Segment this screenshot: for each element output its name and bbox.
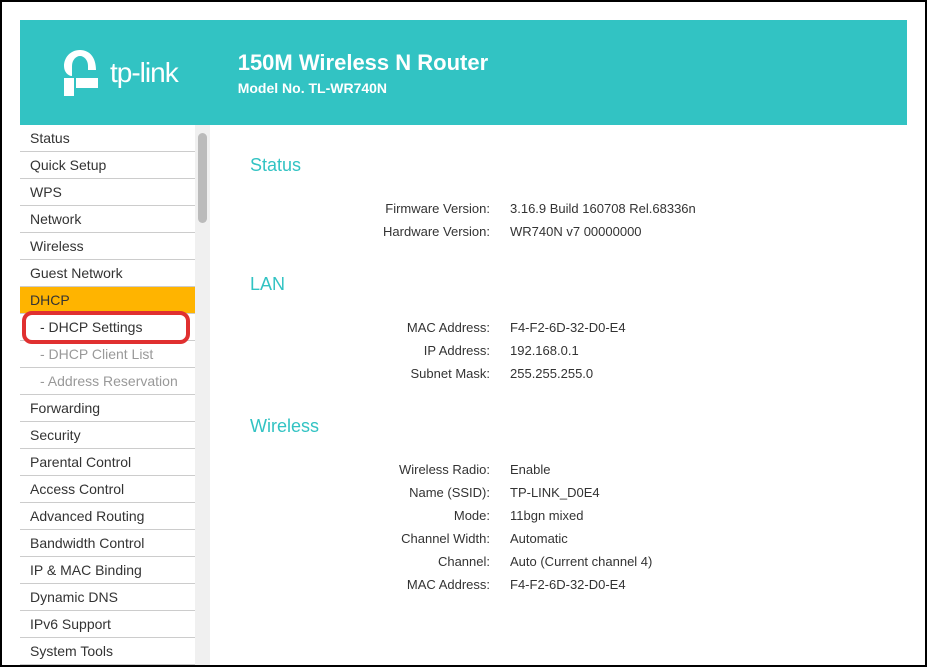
- sidebar-item-4[interactable]: Wireless: [20, 233, 195, 260]
- section-0: Status Firmware Version:3.16.9 Build 1607…: [250, 155, 867, 239]
- info-value: Auto (Current channel 4): [510, 554, 652, 569]
- info-label: IP Address:: [250, 343, 510, 358]
- info-label: Name (SSID):: [250, 485, 510, 500]
- app-window: tp-link 150M Wireless N Router Model No.…: [0, 0, 927, 667]
- body-area: StatusQuick SetupWPSNetworkWirelessGuest…: [20, 125, 907, 665]
- tplink-logo-icon: [60, 48, 100, 98]
- sidebar-item-19[interactable]: System Tools: [20, 638, 195, 665]
- info-label: MAC Address:: [250, 320, 510, 335]
- sidebar-item-10[interactable]: Forwarding: [20, 395, 195, 422]
- info-row: IP Address:192.168.0.1: [250, 343, 867, 358]
- section-title: LAN: [250, 274, 867, 295]
- info-row: Firmware Version:3.16.9 Build 160708 Rel…: [250, 201, 867, 216]
- sidebar-item-5[interactable]: Guest Network: [20, 260, 195, 287]
- sidebar-subitem-8[interactable]: - DHCP Client List: [20, 341, 195, 368]
- info-value: TP-LINK_D0E4: [510, 485, 600, 500]
- sidebar-scrollbar-thumb[interactable]: [198, 133, 207, 223]
- info-value: Enable: [510, 462, 550, 477]
- product-model: Model No. TL-WR740N: [238, 80, 488, 96]
- header: tp-link 150M Wireless N Router Model No.…: [20, 20, 907, 125]
- section-1: LANMAC Address:F4-F2-6D-32-D0-E4IP Addre…: [250, 274, 867, 381]
- header-title-block: 150M Wireless N Router Model No. TL-WR74…: [238, 50, 488, 96]
- sidebar-scrollbar[interactable]: [195, 125, 210, 665]
- info-row: MAC Address:F4-F2-6D-32-D0-E4: [250, 577, 867, 592]
- info-row: Subnet Mask:255.255.255.0: [250, 366, 867, 381]
- info-row: Hardware Version:WR740N v7 00000000: [250, 224, 867, 239]
- sidebar-item-12[interactable]: Parental Control: [20, 449, 195, 476]
- sidebar-item-6[interactable]: DHCP: [20, 287, 195, 314]
- sidebar-item-18[interactable]: IPv6 Support: [20, 611, 195, 638]
- sidebar-item-15[interactable]: Bandwidth Control: [20, 530, 195, 557]
- sidebar-item-14[interactable]: Advanced Routing: [20, 503, 195, 530]
- section-2: WirelessWireless Radio:EnableName (SSID)…: [250, 416, 867, 592]
- info-label: Subnet Mask:: [250, 366, 510, 381]
- info-row: Name (SSID):TP-LINK_D0E4: [250, 485, 867, 500]
- info-row: MAC Address:F4-F2-6D-32-D0-E4: [250, 320, 867, 335]
- brand-text: tp-link: [110, 57, 178, 89]
- section-title: Wireless: [250, 416, 867, 437]
- info-row: Mode:11bgn mixed: [250, 508, 867, 523]
- info-label: Channel:: [250, 554, 510, 569]
- sidebar-item-1[interactable]: Quick Setup: [20, 152, 195, 179]
- info-label: Wireless Radio:: [250, 462, 510, 477]
- sidebar-item-2[interactable]: WPS: [20, 179, 195, 206]
- section-title: Status: [250, 155, 867, 176]
- info-value: WR740N v7 00000000: [510, 224, 642, 239]
- info-value: F4-F2-6D-32-D0-E4: [510, 577, 626, 592]
- info-value: 3.16.9 Build 160708 Rel.68336n: [510, 201, 696, 216]
- info-row: Wireless Radio:Enable: [250, 462, 867, 477]
- info-row: Channel Width:Automatic: [250, 531, 867, 546]
- sidebar-subitem-9[interactable]: - Address Reservation: [20, 368, 195, 395]
- info-value: 255.255.255.0: [510, 366, 593, 381]
- info-value: F4-F2-6D-32-D0-E4: [510, 320, 626, 335]
- sidebar-item-3[interactable]: Network: [20, 206, 195, 233]
- sidebar-item-16[interactable]: IP & MAC Binding: [20, 557, 195, 584]
- info-label: Hardware Version:: [250, 224, 510, 239]
- brand-logo: tp-link: [60, 48, 178, 98]
- info-label: Mode:: [250, 508, 510, 523]
- sidebar: StatusQuick SetupWPSNetworkWirelessGuest…: [20, 125, 195, 665]
- info-value: Automatic: [510, 531, 568, 546]
- info-label: Firmware Version:: [250, 201, 510, 216]
- sidebar-wrap: StatusQuick SetupWPSNetworkWirelessGuest…: [20, 125, 195, 665]
- sidebar-subitem-7[interactable]: - DHCP Settings: [20, 314, 195, 341]
- info-label: Channel Width:: [250, 531, 510, 546]
- content-area: Status Firmware Version:3.16.9 Build 1607…: [210, 125, 907, 665]
- sidebar-item-17[interactable]: Dynamic DNS: [20, 584, 195, 611]
- sidebar-item-0[interactable]: Status: [20, 125, 195, 152]
- info-value: 192.168.0.1: [510, 343, 579, 358]
- info-value: 11bgn mixed: [510, 508, 583, 523]
- info-row: Channel:Auto (Current channel 4): [250, 554, 867, 569]
- sidebar-item-11[interactable]: Security: [20, 422, 195, 449]
- info-label: MAC Address:: [250, 577, 510, 592]
- sidebar-item-13[interactable]: Access Control: [20, 476, 195, 503]
- product-title: 150M Wireless N Router: [238, 50, 488, 76]
